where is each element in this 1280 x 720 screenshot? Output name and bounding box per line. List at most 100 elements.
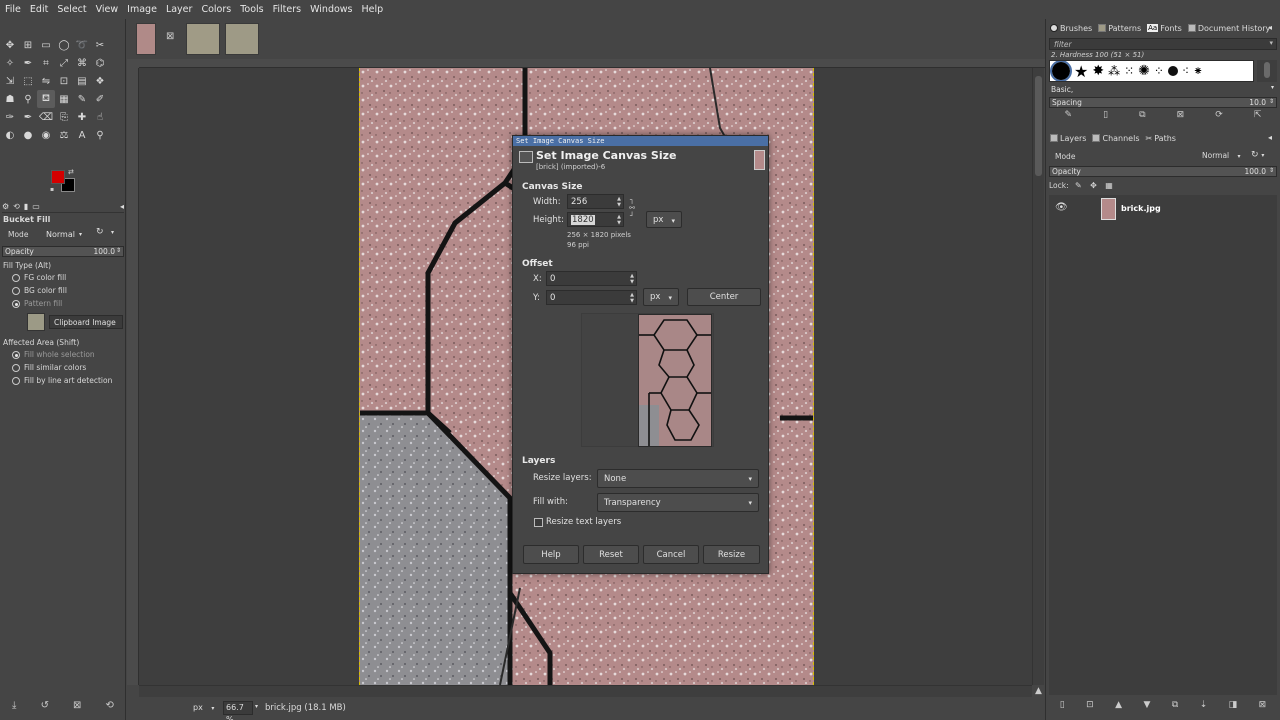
menu-select[interactable]: Select — [56, 3, 87, 16]
free-select-icon[interactable]: ➰ — [73, 36, 91, 54]
panel-menu-icon[interactable]: ◂ — [120, 202, 124, 211]
brush-grunge-icon[interactable]: ✺ — [1138, 63, 1150, 79]
gradient-icon[interactable]: ▤ — [73, 72, 91, 90]
edit-brush-icon[interactable]: ✎ — [1065, 110, 1073, 124]
mode-reset-dropdown-icon[interactable]: ▾ — [111, 229, 114, 236]
lock-pixels-icon[interactable]: ✎ — [1075, 181, 1082, 190]
fill-type-pattern[interactable]: Pattern fill — [12, 299, 62, 308]
layer-opacity-slider[interactable]: Opacity 100.0 ⇕ — [1049, 166, 1277, 177]
flip-icon[interactable]: ⇋ — [37, 72, 55, 90]
resize-button[interactable]: Resize — [703, 545, 760, 564]
foreground-select-icon[interactable]: ☗ — [1, 90, 19, 108]
handle-transform-icon[interactable]: ⊡ — [55, 72, 73, 90]
device-status-tab-icon[interactable]: ⟲ — [13, 202, 20, 211]
clone-icon[interactable]: ⎘ — [55, 108, 73, 126]
save-options-icon[interactable]: ⤓ — [12, 700, 16, 718]
affected-similar-radio[interactable] — [12, 364, 20, 372]
help-button[interactable]: Help — [523, 545, 579, 564]
resize-text-checkbox[interactable] — [534, 518, 543, 527]
bucket-fill-icon[interactable]: ⛾ — [37, 90, 55, 108]
image-tab-pattern-1[interactable] — [186, 23, 220, 55]
align-tool-icon[interactable]: ⊞ — [19, 36, 37, 54]
brush-sponge-icon[interactable]: ⁘ — [1154, 64, 1164, 78]
y-offset-input[interactable]: 0 ▲ ▼ — [546, 290, 637, 305]
affected-lineart[interactable]: Fill by line art detection — [12, 376, 112, 385]
unit-select[interactable]: px ▾ — [193, 703, 214, 712]
horizontal-ruler[interactable] — [139, 59, 1045, 68]
fill-bg-radio[interactable] — [12, 287, 20, 295]
raise-layer-icon[interactable]: ▲ — [1115, 700, 1122, 714]
new-group-icon[interactable]: ⊡ — [1086, 700, 1094, 714]
brushes-scrollbar[interactable] — [1257, 60, 1277, 82]
affected-whole-radio[interactable] — [12, 351, 20, 359]
x-spin-icon[interactable]: ▲ ▼ — [630, 273, 634, 285]
brush-texture-icon[interactable]: ⁂ — [1108, 64, 1120, 78]
image-tab-brick[interactable] — [136, 23, 156, 55]
affected-whole[interactable]: Fill whole selection — [12, 350, 95, 359]
unified-transform-icon[interactable]: ⇲ — [1, 72, 19, 90]
scissors-icon[interactable]: ✂ — [91, 36, 109, 54]
menu-filters[interactable]: Filters — [272, 3, 302, 16]
brush-hard-icon[interactable] — [1167, 66, 1178, 76]
menu-layer[interactable]: Layer — [165, 3, 194, 16]
anchor-layer-icon[interactable]: ⇣ — [1200, 700, 1208, 714]
affected-lineart-radio[interactable] — [12, 377, 20, 385]
pattern-preview[interactable] — [27, 313, 45, 331]
layer-mode-reset-icon[interactable]: ↻ ▾ — [1251, 150, 1264, 160]
blur-icon[interactable]: ● — [19, 126, 37, 144]
zoom-icon[interactable]: ⚲ — [91, 126, 109, 144]
smudge-icon[interactable]: ☝ — [91, 108, 109, 126]
perspective-icon[interactable]: ⬚ — [19, 72, 37, 90]
reset-colors-icon[interactable]: ▪ — [50, 186, 54, 193]
menu-image[interactable]: Image — [126, 3, 158, 16]
brush-spray-icon[interactable]: ⁖ — [1182, 64, 1189, 78]
opacity-slider[interactable]: Opacity 100.0 ⇕ — [2, 246, 124, 257]
lower-layer-icon[interactable]: ▼ — [1143, 700, 1150, 714]
x-offset-input[interactable]: 0 ▲ ▼ — [546, 271, 637, 286]
menu-view[interactable]: View — [95, 3, 120, 16]
navigate-icon[interactable]: ▲ — [1033, 686, 1044, 697]
horizontal-scrollbar[interactable] — [139, 685, 1032, 697]
chain-link-icon[interactable]: ┐ ⚯ ┘ — [627, 196, 637, 226]
menu-tools[interactable]: Tools — [239, 3, 264, 16]
airbrush-icon[interactable]: ✑ — [1, 108, 19, 126]
brush-filter-input[interactable]: filter ▾ — [1049, 38, 1277, 50]
menu-file[interactable]: File — [4, 3, 22, 16]
new-layer-icon[interactable]: ▯ — [1060, 700, 1065, 714]
brush-splatter-icon[interactable]: ✸ — [1092, 63, 1104, 79]
y-spin-icon[interactable]: ▲ ▼ — [630, 292, 634, 304]
vertical-scrollbar[interactable] — [1032, 68, 1044, 685]
layer-row[interactable]: 👁 brick.jpg — [1049, 197, 1277, 221]
open-brush-icon[interactable]: ⇱ — [1254, 110, 1262, 124]
brush-pencil-icon[interactable]: ⁕ — [1193, 64, 1203, 78]
offset-preview-image[interactable] — [638, 314, 712, 447]
eye-icon[interactable]: 👁 — [1055, 202, 1068, 213]
move-tool-icon[interactable]: ✥ — [1, 36, 19, 54]
paths-tool-icon[interactable]: ✒ — [19, 54, 37, 72]
duplicate-brush-icon[interactable]: ⧉ — [1139, 110, 1145, 124]
dodge-icon[interactable]: ◐ — [1, 126, 19, 144]
new-brush-icon[interactable]: ▯ — [1103, 110, 1108, 124]
layers-panel-menu-icon[interactable]: ◂ — [1268, 133, 1272, 142]
pattern-name-field[interactable]: Clipboard Image — [49, 315, 123, 329]
measure-icon[interactable]: ⚖ — [55, 126, 73, 144]
brush-chalk-icon[interactable]: ⁙ — [1124, 64, 1134, 78]
lock-position-icon[interactable]: ✥ — [1090, 181, 1097, 190]
foreground-color-swatch[interactable] — [51, 170, 65, 184]
affected-similar[interactable]: Fill similar colors — [12, 363, 86, 372]
layer-mode-select[interactable]: Normal ▾ — [1202, 151, 1241, 160]
vertical-ruler[interactable] — [127, 68, 139, 685]
text-tool-icon[interactable]: A — [73, 126, 91, 144]
swap-colors-icon[interactable]: ⇄ — [68, 168, 74, 176]
ink-icon[interactable]: ✒ — [19, 108, 37, 126]
tab-layers[interactable]: Layers — [1050, 134, 1086, 143]
panel-menu-icon[interactable]: ◂ — [1268, 23, 1272, 32]
tab-document-history[interactable]: Document History — [1187, 24, 1270, 33]
resize-text-label[interactable]: Resize text layers — [546, 517, 621, 527]
brush-tag-field[interactable]: Basic, ▾ — [1049, 84, 1277, 95]
ellipse-select-icon[interactable]: ◯ — [55, 36, 73, 54]
menu-edit[interactable]: Edit — [29, 3, 49, 16]
mode-reset-icon[interactable]: ↻ — [96, 227, 104, 237]
mypaint-icon[interactable]: ❖ — [91, 72, 109, 90]
crop-icon[interactable]: ⌗ — [37, 54, 55, 72]
